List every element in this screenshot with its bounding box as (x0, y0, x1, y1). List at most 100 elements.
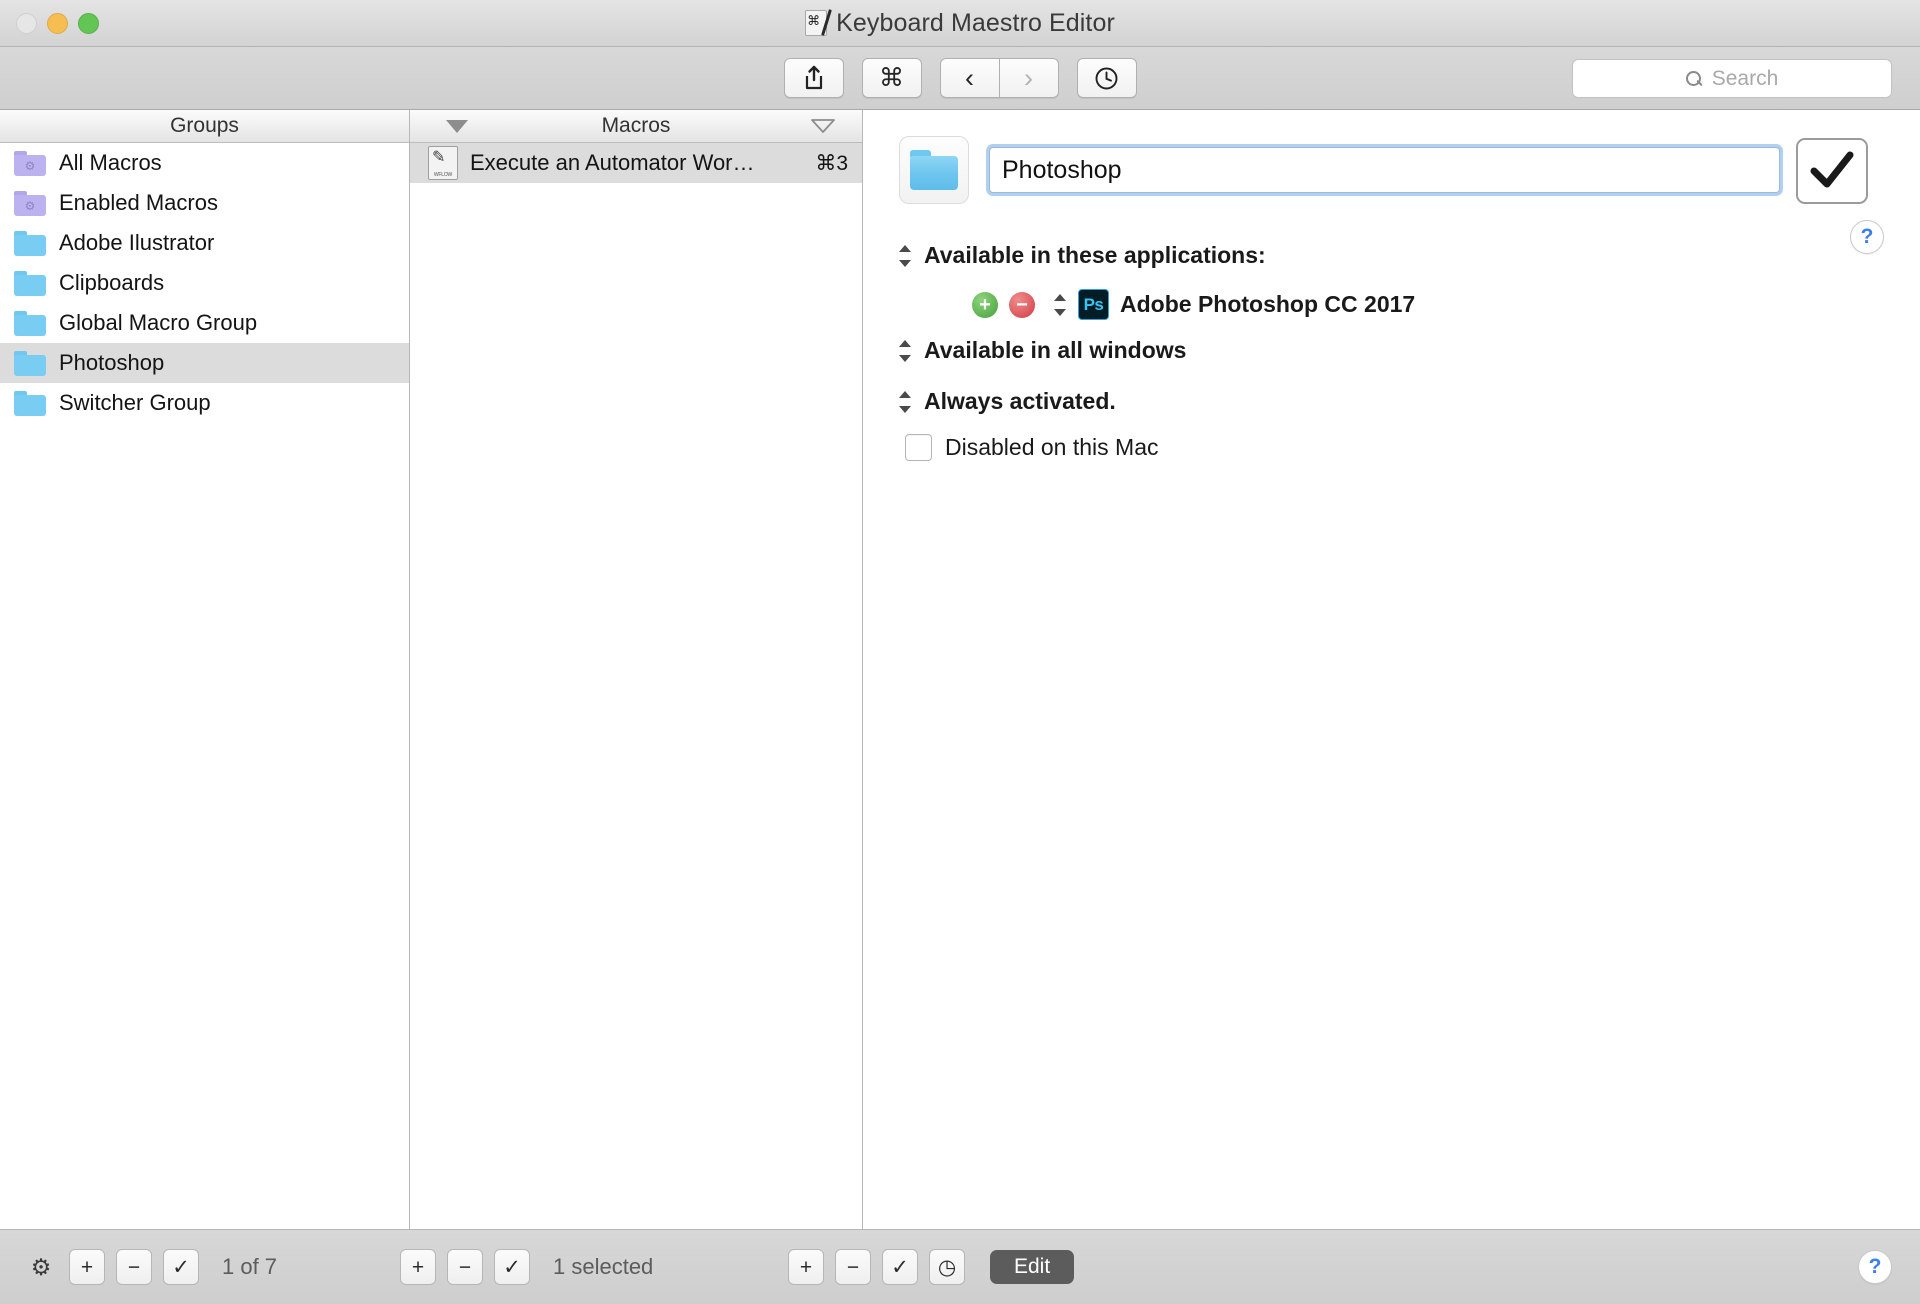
help-button[interactable]: ? (1850, 220, 1884, 254)
add-macro-button[interactable]: + (400, 1249, 436, 1285)
enable-action-button[interactable]: ✓ (882, 1249, 918, 1285)
available-windows-label: Available in all windows (924, 337, 1187, 363)
question-mark-icon: ? (1868, 1255, 1882, 1278)
enable-group-button[interactable]: ✓ (163, 1249, 199, 1285)
available-applications-row[interactable]: Available in these applications: (899, 242, 1266, 269)
add-action-button[interactable]: + (788, 1249, 824, 1285)
sidebar-item-label: Clipboards (59, 270, 165, 295)
page-title: Keyboard Maestro Editor (836, 8, 1115, 37)
list-item[interactable]: ✎ WFLOW Execute an Automator Wor… ⌘3 (410, 143, 862, 183)
sidebar-item-photoshop[interactable]: Photoshop (0, 343, 409, 383)
sidebar-item-switcher-group[interactable]: Switcher Group (0, 383, 409, 423)
macro-name: Execute an Automator Wor… (470, 150, 755, 175)
plus-icon: + (80, 1255, 94, 1279)
checkmark-icon: ✓ (891, 1255, 909, 1279)
status-bar: ⚙ + − ✓ 1 of 7 + − ✓ 1 selected + − ✓ ◷ … (0, 1230, 1920, 1304)
edit-button[interactable]: Edit (990, 1250, 1075, 1284)
plus-circle-green-icon[interactable]: + (972, 291, 998, 318)
groups-column: Groups ⚙ All Macros ⚙ Enabled Macros Ado… (0, 110, 410, 1229)
macros-list[interactable]: ✎ WFLOW Execute an Automator Wor… ⌘3 (410, 143, 862, 1229)
detail-pane: Photoshop ? Available in these applicati… (863, 110, 1920, 1229)
up-down-arrows-icon[interactable] (899, 338, 912, 364)
sidebar-item-label: Adobe Ilustrator (59, 230, 215, 255)
application-entry-row: + − Ps Adobe Photoshop CC 2017 (972, 289, 1415, 320)
purple-gear-folder-icon: ⚙ (14, 150, 46, 176)
chevron-right-icon: › (1024, 62, 1033, 93)
sidebar-item-adobe-ilustrator[interactable]: Adobe Ilustrator (0, 223, 409, 263)
sidebar-item-label: Switcher Group (59, 390, 211, 415)
back-button[interactable]: ‹ (939, 58, 1000, 98)
minus-circle-red-icon[interactable]: − (1009, 291, 1035, 318)
triangle-down-filled-icon[interactable] (446, 120, 468, 133)
action-history-button[interactable]: ◷ (929, 1249, 965, 1285)
remove-macro-button[interactable]: − (447, 1249, 483, 1285)
available-windows-row[interactable]: Available in all windows (899, 337, 1186, 364)
macros-column: Macros ✎ WFLOW Execute an Automator Wor…… (410, 110, 863, 1229)
groups-count: 1 of 7 (222, 1254, 278, 1279)
blue-folder-icon (14, 350, 46, 376)
main-content: Groups ⚙ All Macros ⚙ Enabled Macros Ado… (0, 110, 1920, 1230)
gear-icon[interactable]: ⚙ (24, 1250, 58, 1284)
add-group-button[interactable]: + (69, 1249, 105, 1285)
macros-status-controls: + − ✓ 1 selected (400, 1249, 760, 1285)
automator-workflow-icon: ✎ WFLOW (428, 146, 458, 180)
up-down-arrows-icon[interactable] (1054, 292, 1067, 318)
blue-folder-icon (14, 390, 46, 416)
macros-header-label: Macros (601, 114, 671, 137)
purple-gear-folder-icon: ⚙ (14, 190, 46, 216)
chevron-left-icon: ‹ (965, 62, 974, 93)
sidebar-item-label: Photoshop (59, 350, 165, 375)
group-name-input[interactable]: Photoshop (989, 147, 1780, 193)
minus-icon: − (127, 1255, 141, 1279)
sidebar-item-label: Global Macro Group (59, 310, 258, 335)
disabled-on-mac-checkbox[interactable] (905, 434, 932, 461)
confirm-button[interactable] (1796, 138, 1868, 204)
sidebar-item-clipboards[interactable]: Clipboards (0, 263, 409, 303)
up-down-arrows-icon[interactable] (899, 243, 912, 269)
sidebar-item-label: Enabled Macros (59, 190, 218, 215)
sidebar-item-global-macro-group[interactable]: Global Macro Group (0, 303, 409, 343)
remove-group-button[interactable]: − (116, 1249, 152, 1285)
group-icon-button[interactable] (899, 136, 969, 204)
sidebar-item-enabled-macros[interactable]: ⚙ Enabled Macros (0, 183, 409, 223)
forward-button[interactable]: › (999, 58, 1059, 98)
help-button[interactable]: ? (1858, 1250, 1892, 1284)
history-button[interactable] (1076, 58, 1137, 98)
plus-icon: + (799, 1255, 813, 1279)
available-applications-label: Available in these applications: (924, 242, 1266, 268)
checkmark-icon (1810, 151, 1854, 188)
remove-action-button[interactable]: − (835, 1249, 871, 1285)
minus-icon: − (846, 1255, 860, 1279)
main-toolbar: ⌘ ‹ › Search (0, 47, 1920, 110)
macros-selected-count: 1 selected (553, 1254, 654, 1279)
sidebar-item-label: All Macros (59, 150, 162, 175)
navigation-button-group: ‹ › (939, 58, 1059, 98)
search-icon (1685, 70, 1702, 87)
group-name-value: Photoshop (1002, 155, 1122, 184)
blue-folder-icon (910, 150, 958, 190)
search-placeholder: Search (1711, 66, 1779, 90)
photoshop-ps-icon: Ps (1078, 289, 1109, 320)
detail-status-controls: + − ✓ ◷ Edit (788, 1249, 1075, 1285)
keyboard-maestro-window: ⌘ Keyboard Maestro Editor ⌘ ‹ › Search G… (0, 0, 1920, 1304)
disabled-on-mac-row[interactable]: Disabled on this Mac (905, 434, 1159, 461)
window-title-area: ⌘ Keyboard Maestro Editor (0, 0, 1920, 46)
enable-macro-button[interactable]: ✓ (494, 1249, 530, 1285)
groups-header-label: Groups (170, 114, 239, 137)
blue-folder-icon (14, 270, 46, 296)
disabled-on-mac-label: Disabled on this Mac (945, 434, 1159, 460)
sidebar-item-all-macros[interactable]: ⚙ All Macros (0, 143, 409, 183)
plus-icon: + (411, 1255, 425, 1279)
groups-list[interactable]: ⚙ All Macros ⚙ Enabled Macros Adobe Ilus… (0, 143, 409, 1229)
blue-folder-icon (14, 230, 46, 256)
share-button[interactable] (783, 58, 844, 98)
minus-icon: − (458, 1255, 472, 1279)
search-field[interactable]: Search (1572, 59, 1892, 98)
macros-column-header: Macros (410, 110, 862, 143)
triangle-down-hollow-icon[interactable] (810, 118, 836, 134)
command-button[interactable]: ⌘ (861, 58, 922, 98)
groups-column-header: Groups (0, 110, 409, 143)
up-down-arrows-icon[interactable] (899, 389, 912, 415)
blue-folder-icon (14, 310, 46, 336)
activation-row[interactable]: Always activated. (899, 388, 1116, 415)
